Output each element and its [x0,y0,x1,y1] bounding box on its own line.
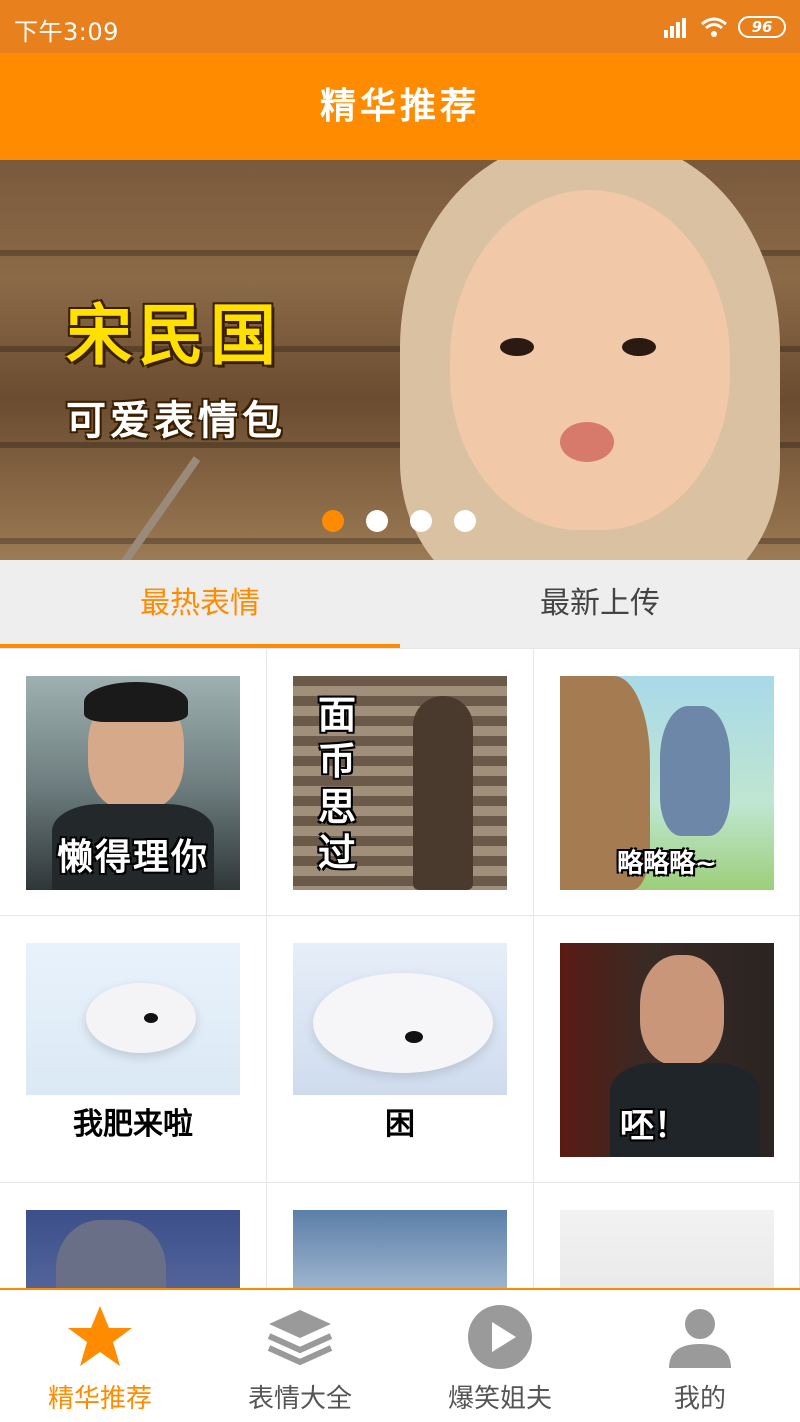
sticker-thumbnail: 我肥来啦 [26,943,240,1157]
sticker-caption: 呸！ [620,1106,688,1146]
sticker-caption: 我肥来啦 [73,1107,193,1142]
nav-featured[interactable]: 精华推荐 [0,1290,200,1422]
carousel-dot[interactable] [410,510,432,532]
sticker-caption: 面币思过 [317,693,356,875]
battery-indicator: 96 [738,16,786,38]
sticker-thumbnail [293,1210,507,1288]
carousel-dot[interactable] [454,510,476,532]
banner-carousel[interactable]: 宋民国 可爱表情包 [0,160,800,560]
sticker-item[interactable]: 略略略~ [534,649,800,916]
person-hair [84,682,188,722]
carousel-dot[interactable] [366,510,388,532]
sticker-item[interactable]: 懒得理你 [0,649,267,916]
play-icon [468,1305,532,1369]
sticker-item[interactable] [0,1183,267,1288]
sticker-item[interactable]: 困 [267,916,534,1183]
page-title: 精华推荐 [0,53,800,160]
nav-funny-videos[interactable]: 爆笑姐夫 [400,1290,600,1422]
status-bar: 下午3:09 96 [0,0,800,53]
sticker-caption: 困 [385,1107,415,1142]
banner-eye-left [500,338,534,356]
sticker-thumbnail: 懒得理你 [26,676,240,890]
banner-face [450,190,730,530]
sticker-item[interactable] [267,1183,534,1288]
sticker-thumbnail: 呸！ [560,943,774,1157]
nav-all-stickers[interactable]: 表情大全 [200,1290,400,1422]
sticker-caption: 略略略~ [617,849,717,879]
nav-label: 表情大全 [247,1384,352,1414]
star-icon [68,1306,132,1366]
seal-body [313,973,493,1073]
sticker-item[interactable]: 呸！ [534,916,800,1183]
banner-mouth [560,422,614,462]
wifi-icon [701,17,727,37]
person-silhouette [413,696,473,890]
sticker-thumbnail: 略略略~ [560,676,774,890]
tab-latest[interactable]: 最新上传 [400,560,800,648]
banner-title: 宋民国 [66,297,282,374]
sticker-item[interactable]: 面币思过 [267,649,534,916]
cartoon-cat [56,1220,166,1288]
sticker-thumbnail [26,1210,240,1288]
nav-label: 精华推荐 [47,1384,152,1414]
tab-hottest[interactable]: 最热表情 [0,560,400,648]
seal-body [86,983,196,1053]
person-face [640,955,724,1065]
layers-icon [267,1310,333,1366]
sticker-item[interactable] [534,1183,800,1288]
sticker-caption: 懒得理你 [56,837,209,878]
sticker-grid: 懒得理你 面币思过 略略略~ 我肥来啦 困 呸！ [0,648,800,1288]
nav-profile[interactable]: 我的 [600,1290,800,1422]
user-icon [669,1309,731,1368]
banner-eye-right [622,338,656,356]
cartoon-cat [660,706,730,836]
carousel-dot[interactable] [322,510,344,532]
carousel-indicator [322,510,476,532]
signal-icon [664,18,686,38]
status-time: 下午3:09 [14,18,119,46]
seal-nose [144,1013,158,1023]
sticker-thumbnail [560,1210,774,1288]
sticker-item[interactable]: 我肥来啦 [0,916,267,1183]
tab-bar: 最热表情 最新上传 [0,560,800,648]
bottom-navigation: 精华推荐 表情大全 爆笑姐夫 我的 [0,1288,800,1422]
nav-label: 爆笑姐夫 [447,1384,552,1414]
nav-label: 我的 [673,1384,726,1414]
sticker-thumbnail: 困 [293,943,507,1157]
banner-subtitle: 可爱表情包 [66,398,286,444]
sticker-thumbnail: 面币思过 [293,676,507,890]
seal-nose [405,1031,423,1043]
status-icons: 96 [660,12,786,42]
